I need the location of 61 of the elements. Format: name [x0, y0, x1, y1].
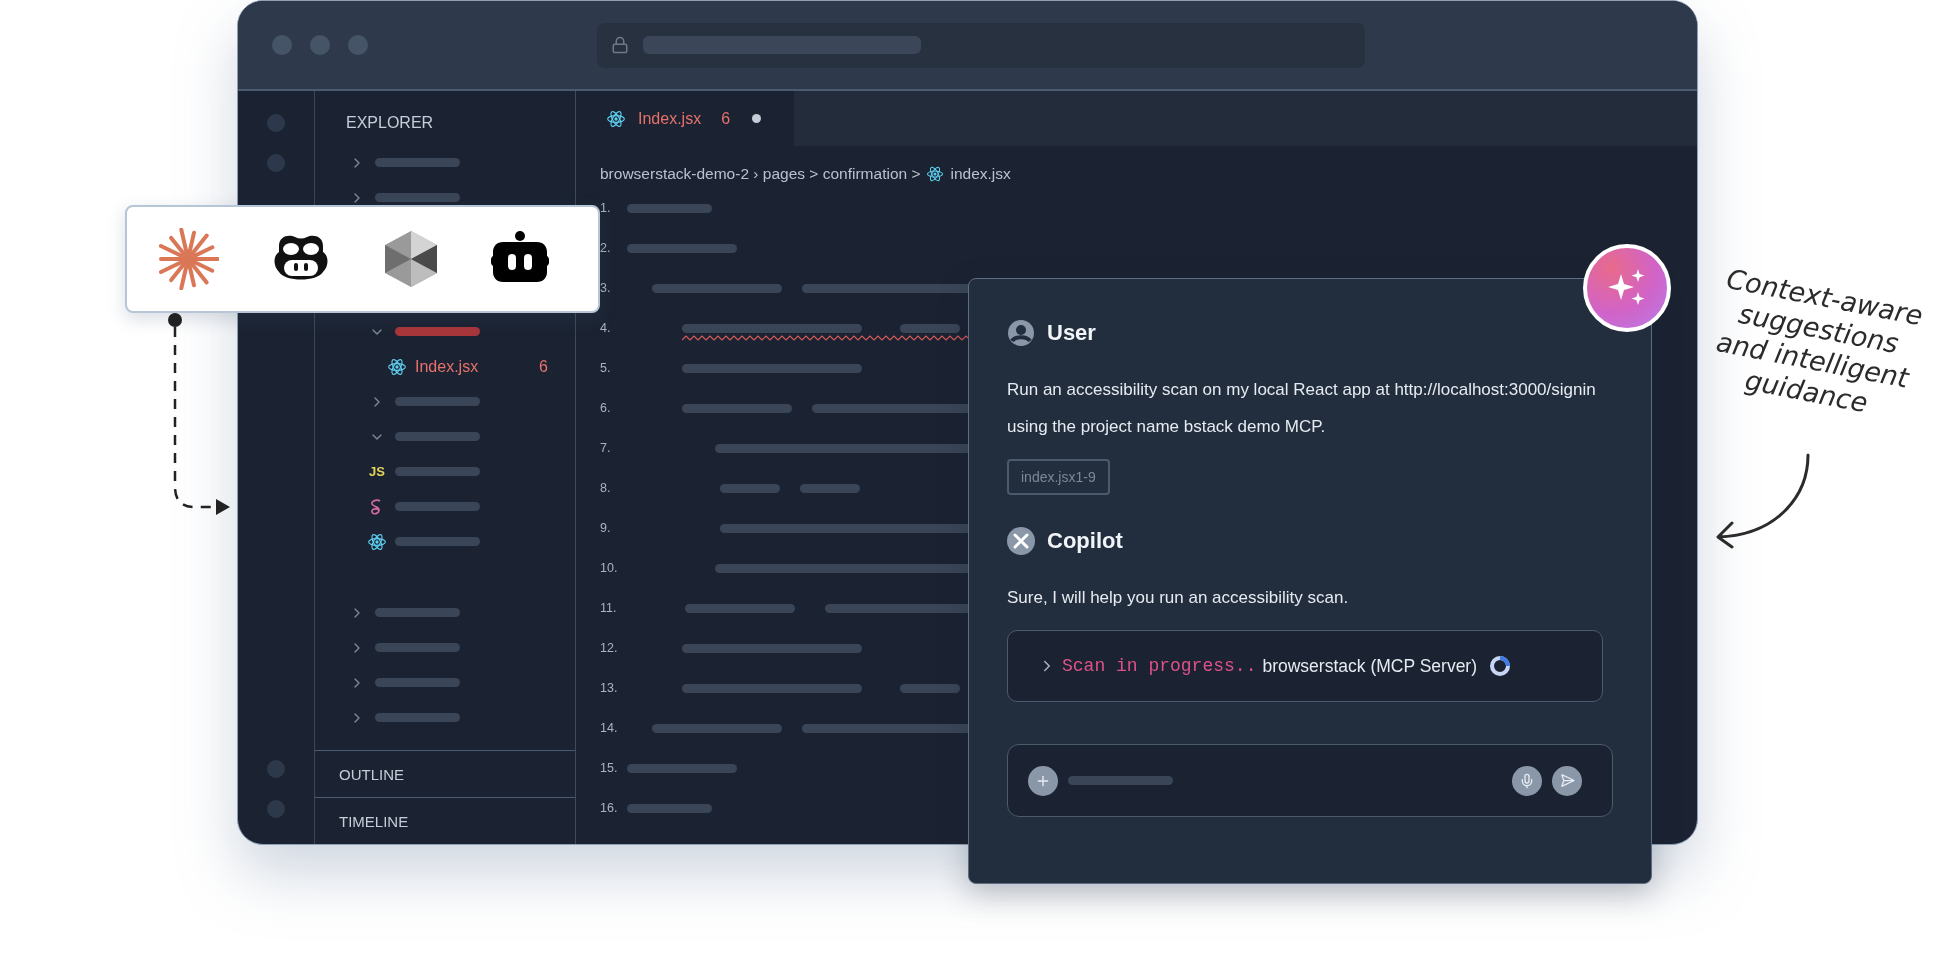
breadcrumb-file[interactable]: index.jsx [950, 165, 1011, 183]
line-number: 14. [600, 721, 619, 735]
atom-icon [367, 531, 387, 552]
file-name[interactable]: Index.jsx [415, 357, 479, 376]
line-number: 11. [600, 601, 618, 615]
code-placeholder [720, 483, 780, 493]
editor-tab[interactable]: Index.jsx 6 [576, 91, 794, 146]
tab-label: Index.jsx [638, 109, 702, 128]
microphone-button[interactable] [1512, 765, 1542, 796]
activity-icon[interactable] [267, 760, 285, 778]
line-number: 2. [600, 241, 612, 255]
line-number: 3. [600, 281, 612, 295]
window-control[interactable] [348, 35, 368, 55]
line-number: 10. [600, 561, 619, 575]
line-number: 8. [600, 481, 612, 495]
code-placeholder [900, 323, 960, 333]
activity-icon[interactable] [267, 154, 285, 172]
microphone-icon [1519, 772, 1535, 789]
atom-icon [387, 356, 407, 377]
message-text: Run an accessibility scan on my local React app at http://localhost:3000/signin using the project name bstack demo MCP. [1007, 379, 1597, 438]
line-number: 13. [600, 681, 619, 695]
line-number: 4. [600, 321, 612, 335]
lock-icon [611, 36, 629, 54]
tool-server: browserstack (MCP Server) [1262, 655, 1478, 677]
js-file-icon: JS [367, 464, 387, 479]
chat-input[interactable] [1007, 744, 1613, 817]
code-placeholder [800, 483, 860, 493]
context-chip[interactable]: index.jsx1-9 [1007, 459, 1110, 495]
send-icon [1559, 773, 1575, 788]
section-header[interactable]: OUTLINE [339, 765, 404, 783]
line-number: 7. [600, 441, 612, 455]
author-name: Copilot [1047, 528, 1123, 554]
code-placeholder [900, 683, 960, 693]
window-control[interactable] [310, 35, 330, 55]
problem-count: 6 [539, 357, 548, 376]
atom-icon [926, 165, 945, 183]
activity-icon[interactable] [267, 800, 285, 818]
address-bar[interactable] [597, 22, 1365, 68]
breadcrumb-path[interactable]: browserstack-demo-2 › pages > confirmation > [600, 165, 921, 183]
section-header[interactable]: TIMELINE [339, 812, 409, 830]
tool-status: Scan in progress.. [1062, 656, 1257, 676]
starburst-icon [157, 228, 219, 290]
author-name: User [1047, 320, 1096, 346]
line-number: 15. [600, 761, 619, 775]
line-number: 1. [600, 201, 612, 215]
activity-icon[interactable] [267, 114, 285, 132]
send-button[interactable] [1552, 765, 1582, 796]
window-control[interactable] [272, 35, 292, 55]
problem-count: 6 [721, 109, 731, 128]
add-button[interactable] [1028, 765, 1058, 796]
atom-icon [606, 108, 626, 129]
line-number: 6. [600, 401, 612, 415]
tool-call-panel[interactable]: Scan in progress.. browserstack (MCP Server) [1007, 630, 1603, 702]
cube-icon [383, 229, 439, 289]
panel-title: EXPLORER [345, 113, 435, 133]
line-number: 5. [600, 361, 612, 375]
line-number: 12. [600, 641, 619, 655]
message-text: Sure, I will help you run an accessibility scan. [1007, 587, 1350, 609]
user-avatar-icon [1007, 319, 1035, 347]
line-number: 9. [600, 521, 612, 535]
line-number: 16. [600, 801, 619, 815]
